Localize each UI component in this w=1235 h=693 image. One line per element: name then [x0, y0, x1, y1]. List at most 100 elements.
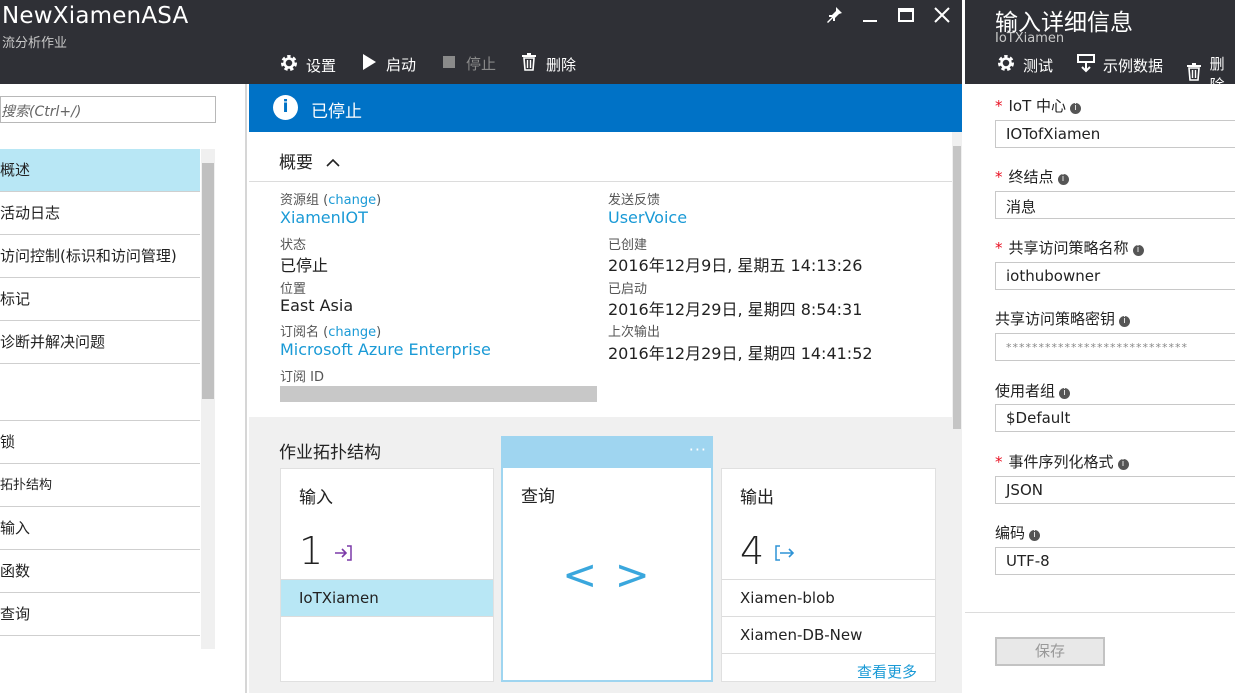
consumer-group-label: 使用者组 i	[995, 380, 1071, 401]
essentials-header: 概要	[279, 153, 313, 173]
nav-list: 概述 活动日志 访问控制(标识和访问管理) 标记 诊断并解决问题 锁 拓扑结构 …	[0, 149, 200, 636]
nav-item-tags[interactable]: 标记	[0, 278, 200, 321]
nav-item-blank	[0, 364, 200, 421]
output-item-db[interactable]: Xiamen-DB-New	[722, 616, 935, 653]
pin-icon[interactable]	[823, 6, 845, 28]
created-value: 2016年12月9日, 星期五 14:13:26	[608, 256, 863, 275]
main-blade-header: NewXiamenASA 流分析作业 设置 启动 停止 删除	[0, 0, 963, 84]
nav-item-query[interactable]: 查询	[0, 593, 200, 636]
output-item-blob[interactable]: Xiamen-blob	[722, 579, 935, 616]
encoding-field[interactable]: UTF-8	[995, 547, 1235, 575]
nav-item-activity-log[interactable]: 活动日志	[0, 192, 200, 235]
blade-title: NewXiamenASA	[2, 3, 189, 29]
trash-icon	[1185, 62, 1204, 86]
location-value: East Asia	[280, 296, 354, 315]
required-marker: *	[995, 239, 1003, 257]
query-tile[interactable]: 查询 < >	[501, 468, 713, 682]
input-item-iotxiamen[interactable]: IoTXiamen	[281, 579, 493, 616]
nav-section-topology: 拓扑结构	[0, 464, 200, 507]
info-icon: i	[273, 95, 298, 120]
info-icon[interactable]: i	[1029, 530, 1041, 541]
last-output-value: 2016年12月29日, 星期四 14:41:52	[608, 344, 873, 363]
uservoice-link[interactable]: UserVoice	[608, 208, 687, 227]
subscription-id-label: 订阅 ID	[280, 370, 324, 385]
delete-button[interactable]: 删除	[518, 53, 576, 76]
content-scrollbar[interactable]	[952, 132, 962, 693]
endpoint-field[interactable]: 消息	[995, 191, 1235, 219]
maximize-icon[interactable]	[895, 6, 917, 28]
resource-group-label: 资源组 (change)	[280, 193, 382, 208]
info-icon[interactable]: i	[1117, 459, 1129, 470]
required-marker: *	[995, 168, 1003, 186]
input-details-subtitle: IoTXiamen	[995, 31, 1065, 46]
last-output-label: 上次输出	[608, 325, 661, 340]
settings-button[interactable]: 设置	[278, 53, 336, 78]
required-marker: *	[995, 453, 1003, 471]
input-arrow-icon	[333, 545, 353, 566]
content-scrollbar-thumb[interactable]	[953, 146, 961, 429]
change-subscription-link[interactable]: change	[328, 325, 376, 340]
policy-key-field[interactable]: ****************************	[995, 333, 1235, 361]
created-label: 已创建	[608, 238, 648, 253]
feedback-label: 发送反馈	[608, 193, 661, 208]
info-icon[interactable]: i	[1119, 316, 1131, 327]
stop-button[interactable]: 停止	[438, 53, 496, 74]
test-button[interactable]: 测试	[995, 53, 1053, 78]
started-label: 已启动	[608, 282, 648, 297]
consumer-group-field[interactable]: $Default	[995, 404, 1235, 432]
close-icon[interactable]	[931, 6, 953, 28]
nav-item-access-control[interactable]: 访问控制(标识和访问管理)	[0, 235, 200, 278]
subscription-link[interactable]: Microsoft Azure Enterprise	[280, 340, 491, 359]
play-icon	[358, 53, 380, 76]
sample-data-icon	[1075, 53, 1097, 78]
status-label: 状态	[280, 238, 307, 253]
sample-data-button[interactable]: 示例数据	[1075, 53, 1163, 78]
serialization-field[interactable]: JSON	[995, 476, 1235, 504]
nav-item-locks[interactable]: 锁	[0, 421, 200, 464]
essentials-panel: 概要 资源组 (change) XiamenIOT 状态 已停止 位置 East…	[249, 132, 952, 417]
start-label: 启动	[386, 56, 417, 74]
status-banner: i 已停止	[249, 84, 962, 132]
menu-scrollbar-thumb[interactable]	[202, 163, 214, 399]
window-controls	[823, 6, 953, 28]
start-button[interactable]: 启动	[358, 53, 416, 76]
nav-item-functions[interactable]: 函数	[0, 550, 200, 593]
nav-item-inputs[interactable]: 输入	[0, 507, 200, 550]
search-input[interactable]: 搜索(Ctrl+/)	[0, 96, 216, 123]
more-icon[interactable]: ···	[689, 440, 707, 459]
resource-group-link[interactable]: XiamenIOT	[280, 208, 368, 227]
see-more-link[interactable]: 查看更多	[722, 653, 935, 690]
encoding-label: 编码 i	[995, 522, 1041, 543]
essentials-divider	[249, 181, 952, 182]
info-icon[interactable]: i	[1070, 103, 1082, 114]
inputs-count: 1	[299, 529, 324, 573]
blade-subtitle: 流分析作业	[2, 36, 68, 51]
outputs-tile[interactable]: 输出 4 Xiamen-blob Xiamen-DB-New 查看更多	[721, 468, 936, 682]
status-value: 已停止	[280, 256, 329, 275]
info-icon[interactable]: i	[1132, 245, 1144, 256]
iot-hub-field[interactable]: IOTofXiamen	[995, 120, 1235, 148]
menu-scrollbar[interactable]	[201, 149, 215, 649]
minimize-icon[interactable]	[859, 6, 881, 28]
info-icon[interactable]: i	[1059, 388, 1071, 399]
sample-data-label: 示例数据	[1103, 57, 1164, 75]
endpoint-label: * 终结点 i	[995, 166, 1069, 187]
nav-item-overview[interactable]: 概述	[0, 149, 200, 192]
inputs-divider	[281, 616, 493, 617]
status-text: 已停止	[311, 102, 362, 122]
nav-item-diagnose[interactable]: 诊断并解决问题	[0, 321, 200, 364]
chevron-up-icon	[326, 153, 340, 173]
info-icon[interactable]: i	[1057, 174, 1069, 185]
policy-key-label: 共享访问策略密钥 i	[995, 308, 1131, 329]
serialization-label: * 事件序列化格式 i	[995, 451, 1129, 472]
inputs-tile-title: 输入	[299, 488, 333, 508]
inputs-tile[interactable]: 输入 1 IoTXiamen	[280, 468, 494, 682]
input-details-form: * IoT 中心 i IOTofXiamen * 终结点 i 消息 * 共享访问策略名称 i…	[965, 84, 1235, 693]
essentials-toggle[interactable]: 概要	[279, 148, 340, 173]
change-resource-group-link[interactable]: change	[328, 193, 376, 208]
overview-content: i 已停止 概要 资源组 (change) XiamenIOT 状态 已停止 位…	[249, 84, 962, 693]
policy-name-field[interactable]: iothubowner	[995, 262, 1235, 290]
save-button[interactable]: 保存	[995, 637, 1105, 666]
gear-icon	[995, 53, 1017, 78]
stop-icon	[438, 54, 460, 74]
